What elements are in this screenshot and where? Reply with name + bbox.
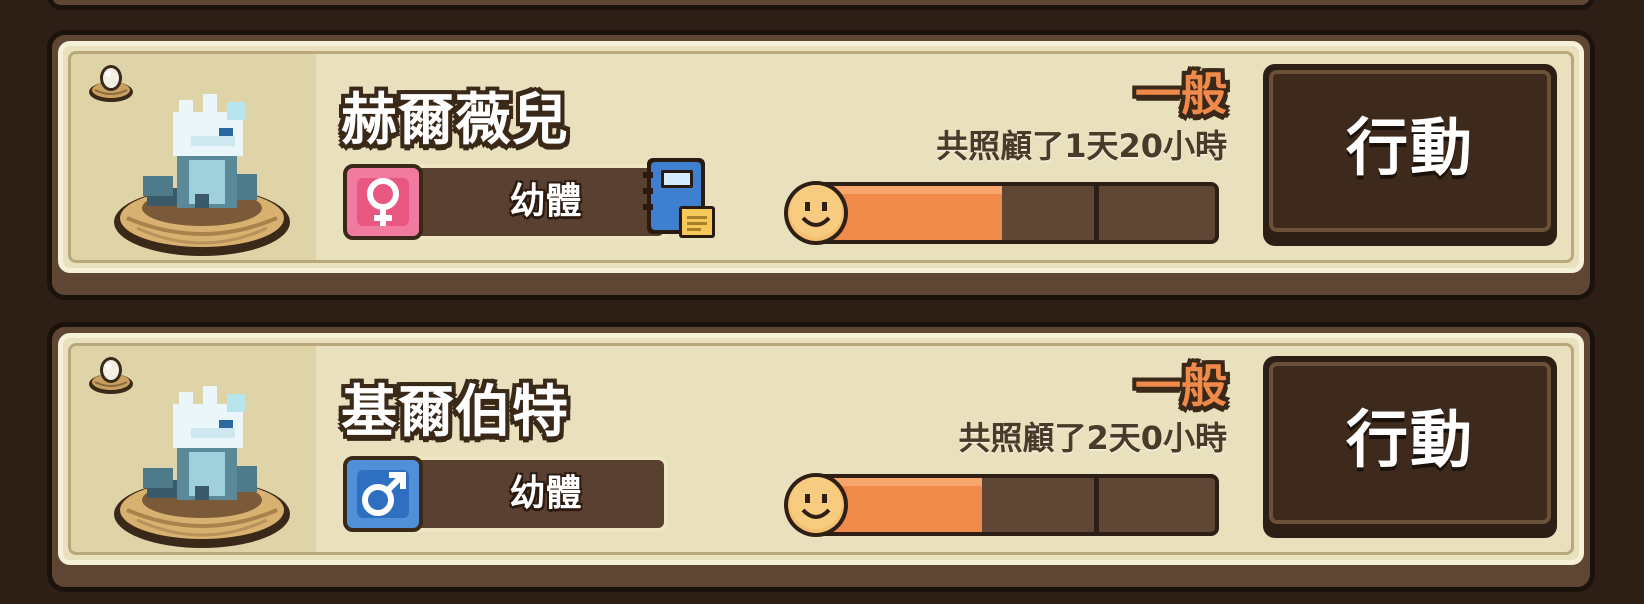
female-gender-badge — [343, 164, 423, 240]
action-button[interactable]: 行動 — [1263, 356, 1557, 538]
pet-card: 基爾伯特 幼體 一般 共照顧了2天0小時 行動 — [47, 322, 1595, 592]
pet-sprite — [114, 386, 290, 548]
male-gender-badge — [343, 456, 423, 532]
care-duration-text: 共照顧了1天20小時 — [936, 127, 1227, 165]
mood-threshold-tick — [1094, 478, 1100, 532]
mood-status-label: 一般 — [1135, 359, 1227, 413]
mood-status-label: 一般 — [1135, 67, 1227, 121]
pet-card: 赫爾薇兒 幼體 一般 共照顧了1天20小時 行動 — [47, 30, 1595, 300]
action-button[interactable]: 行動 — [1263, 64, 1557, 246]
pet-name: 基爾伯特 — [341, 380, 569, 445]
smiley-face-icon — [784, 181, 848, 245]
male-symbol-icon — [362, 472, 406, 516]
care-duration-text: 共照顧了2天0小時 — [958, 419, 1227, 457]
growth-stage-label: 幼體 — [509, 181, 582, 222]
mood-progress-bar — [781, 178, 1219, 245]
smiley-face-icon — [784, 473, 848, 537]
mood-track — [809, 182, 1219, 244]
previous-card-edge — [47, 0, 1595, 10]
pet-sprite — [114, 94, 290, 256]
pet-name: 赫爾薇兒 — [341, 88, 569, 153]
mood-track — [809, 474, 1219, 536]
pet-card-face: 赫爾薇兒 幼體 一般 共照顧了1天20小時 行動 — [58, 41, 1584, 273]
mood-threshold-tick — [1094, 186, 1100, 240]
growth-stage-label: 幼體 — [509, 473, 582, 514]
mood-progress-bar — [781, 470, 1219, 537]
action-button-label: 行動 — [1345, 111, 1474, 184]
notebook-icon[interactable] — [641, 156, 717, 242]
growth-stage-bar: 幼體 — [343, 164, 668, 240]
action-button-label: 行動 — [1345, 403, 1474, 476]
pet-card-face: 基爾伯特 幼體 一般 共照顧了2天0小時 行動 — [58, 333, 1584, 565]
female-symbol-icon — [367, 178, 399, 226]
growth-stage-bar: 幼體 — [343, 456, 668, 532]
